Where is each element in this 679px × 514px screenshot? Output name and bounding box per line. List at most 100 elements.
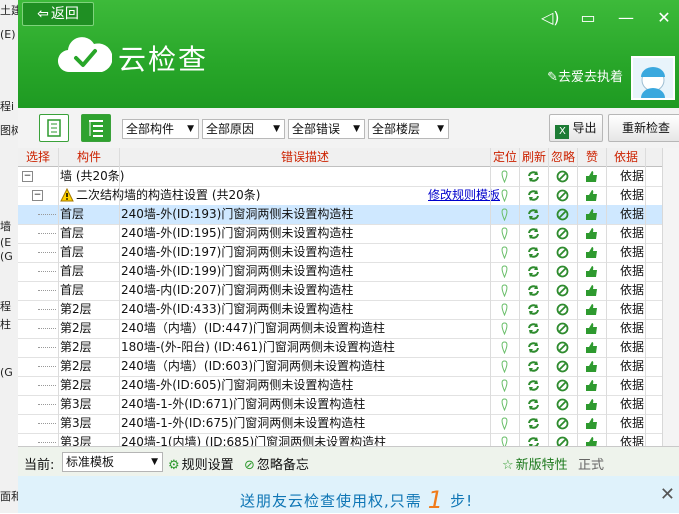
refresh-icon[interactable] xyxy=(527,414,541,433)
refresh-icon[interactable] xyxy=(527,186,541,205)
group-row[interactable]: − 墙 (共20条) 依据 xyxy=(18,167,663,187)
ignore-icon[interactable] xyxy=(556,300,570,319)
component-filter-dropdown[interactable]: 全部构件 ▼ xyxy=(122,119,199,139)
refresh-icon[interactable] xyxy=(527,224,541,243)
col-header-basis[interactable]: 依据 xyxy=(607,148,646,167)
thumbs-up-icon[interactable] xyxy=(585,414,599,433)
thumbs-up-icon[interactable] xyxy=(585,186,599,205)
new-features-link[interactable]: ☆ 新版特性 xyxy=(502,454,568,473)
locate-pin-icon[interactable] xyxy=(498,186,512,205)
floor-filter-dropdown[interactable]: 全部楼层 ▼ xyxy=(368,119,449,139)
basis-link[interactable]: 依据 xyxy=(620,338,644,357)
basis-link[interactable]: 依据 xyxy=(620,395,644,414)
thumbs-up-icon[interactable] xyxy=(585,338,599,357)
ignore-icon[interactable] xyxy=(556,262,570,281)
refresh-icon[interactable] xyxy=(527,243,541,262)
rule-settings-link[interactable]: ⚙ 规则设置 xyxy=(168,454,234,473)
table-row[interactable]: 第2层 240墙-外(ID:605)门窗洞两侧未设置构造柱 依据 xyxy=(18,376,663,396)
table-row[interactable]: 首层 240墙-外(ID:193)门窗洞两侧未设置构造柱 依据 xyxy=(18,205,663,225)
close-icon[interactable]: ✕ xyxy=(660,484,675,505)
table-row[interactable]: 首层 240墙-外(ID:199)门窗洞两侧未设置构造柱 依据 xyxy=(18,262,663,282)
locate-pin-icon[interactable] xyxy=(498,224,512,243)
promo-banner[interactable]: 送朋友云检查使用权,只需 1 步! ✕ xyxy=(18,476,679,514)
vertical-scrollbar[interactable] xyxy=(662,148,679,446)
locate-pin-icon[interactable] xyxy=(498,357,512,376)
speaker-icon[interactable]: ◁) xyxy=(541,8,560,27)
ignore-icon[interactable] xyxy=(556,395,570,414)
basis-link[interactable]: 依据 xyxy=(620,433,644,446)
basis-link[interactable]: 依据 xyxy=(620,376,644,395)
avatar[interactable] xyxy=(631,56,675,100)
basis-link[interactable]: 依据 xyxy=(620,319,644,338)
col-header-refresh[interactable]: 刷新 xyxy=(520,148,549,167)
refresh-icon[interactable] xyxy=(527,338,541,357)
ignore-icon[interactable] xyxy=(556,186,570,205)
thumbs-up-icon[interactable] xyxy=(585,376,599,395)
thumbs-up-icon[interactable] xyxy=(585,300,599,319)
refresh-icon[interactable] xyxy=(527,262,541,281)
back-button[interactable]: ⇦ 返回 xyxy=(22,2,94,26)
ignore-icon[interactable] xyxy=(556,319,570,338)
recheck-button[interactable]: 重新检查 xyxy=(608,114,679,142)
locate-pin-icon[interactable] xyxy=(498,376,512,395)
col-header-ignore[interactable]: 忽略 xyxy=(549,148,578,167)
refresh-icon[interactable] xyxy=(527,281,541,300)
reason-filter-dropdown[interactable]: 全部原因 ▼ xyxy=(202,119,285,139)
basis-link[interactable]: 依据 xyxy=(620,167,644,186)
thumbs-up-icon[interactable] xyxy=(585,395,599,414)
locate-pin-icon[interactable] xyxy=(498,395,512,414)
basis-link[interactable]: 依据 xyxy=(620,357,644,376)
ignore-icon[interactable] xyxy=(556,376,570,395)
col-header-error-desc[interactable]: 错误描述 xyxy=(120,148,491,167)
ignore-icon[interactable] xyxy=(556,224,570,243)
refresh-icon[interactable] xyxy=(527,167,541,186)
table-row[interactable]: 第2层 240墙（内墙）(ID:603)门窗洞两侧未设置构造柱 依据 xyxy=(18,357,663,377)
close-icon[interactable]: ✕ xyxy=(655,8,673,27)
table-row[interactable]: 第2层 240墙（内墙）(ID:447)门窗洞两侧未设置构造柱 依据 xyxy=(18,319,663,339)
basis-link[interactable]: 依据 xyxy=(620,281,644,300)
ignore-icon[interactable] xyxy=(556,338,570,357)
list-view-icon[interactable] xyxy=(39,114,69,142)
ignore-icon[interactable] xyxy=(556,281,570,300)
collapse-icon[interactable]: − xyxy=(32,190,43,201)
rule-group-row[interactable]: − 二次结构墙的构造柱设置 (共20条) 修改规则模板 依据 xyxy=(18,186,663,206)
refresh-icon[interactable] xyxy=(527,376,541,395)
table-row[interactable]: 第3层 240墙-1(内墙) (ID:685)门窗洞两侧未设置构造柱 依据 xyxy=(18,433,663,446)
locate-pin-icon[interactable] xyxy=(498,167,512,186)
basis-link[interactable]: 依据 xyxy=(620,414,644,433)
thumbs-up-icon[interactable] xyxy=(585,357,599,376)
locate-pin-icon[interactable] xyxy=(498,262,512,281)
table-row[interactable]: 第2层 240墙-外(ID:433)门窗洞两侧未设置构造柱 依据 xyxy=(18,300,663,320)
tree-view-icon[interactable] xyxy=(81,114,111,142)
thumbs-up-icon[interactable] xyxy=(585,319,599,338)
refresh-icon[interactable] xyxy=(527,319,541,338)
basis-link[interactable]: 依据 xyxy=(620,186,644,205)
ignore-icon[interactable] xyxy=(556,243,570,262)
basis-link[interactable]: 依据 xyxy=(620,300,644,319)
chat-icon[interactable]: ▭ xyxy=(579,8,597,27)
basis-link[interactable]: 依据 xyxy=(620,224,644,243)
refresh-icon[interactable] xyxy=(527,205,541,224)
thumbs-up-icon[interactable] xyxy=(585,224,599,243)
thumbs-up-icon[interactable] xyxy=(585,243,599,262)
table-row[interactable]: 第2层 180墙-(外-阳台) (ID:461)门窗洞两侧未设置构造柱 依据 xyxy=(18,338,663,358)
basis-link[interactable]: 依据 xyxy=(620,205,644,224)
locate-pin-icon[interactable] xyxy=(498,281,512,300)
col-header-locate[interactable]: 定位 xyxy=(491,148,520,167)
refresh-icon[interactable] xyxy=(527,433,541,446)
ignore-icon[interactable] xyxy=(556,357,570,376)
refresh-icon[interactable] xyxy=(527,357,541,376)
table-row[interactable]: 首层 240墙-内(ID:207)门窗洞两侧未设置构造柱 依据 xyxy=(18,281,663,301)
col-header-like[interactable]: 赞 xyxy=(578,148,607,167)
col-header-select[interactable]: 选择 xyxy=(18,148,59,167)
locate-pin-icon[interactable] xyxy=(498,414,512,433)
basis-link[interactable]: 依据 xyxy=(620,243,644,262)
menu-icon[interactable]: — xyxy=(617,8,635,27)
collapse-icon[interactable]: − xyxy=(22,171,33,182)
ignore-icon[interactable] xyxy=(556,433,570,446)
ignore-icon[interactable] xyxy=(556,205,570,224)
thumbs-up-icon[interactable] xyxy=(585,167,599,186)
table-row[interactable]: 第3层 240墙-1-外(ID:675)门窗洞两侧未设置构造柱 依据 xyxy=(18,414,663,434)
thumbs-up-icon[interactable] xyxy=(585,281,599,300)
refresh-icon[interactable] xyxy=(527,300,541,319)
